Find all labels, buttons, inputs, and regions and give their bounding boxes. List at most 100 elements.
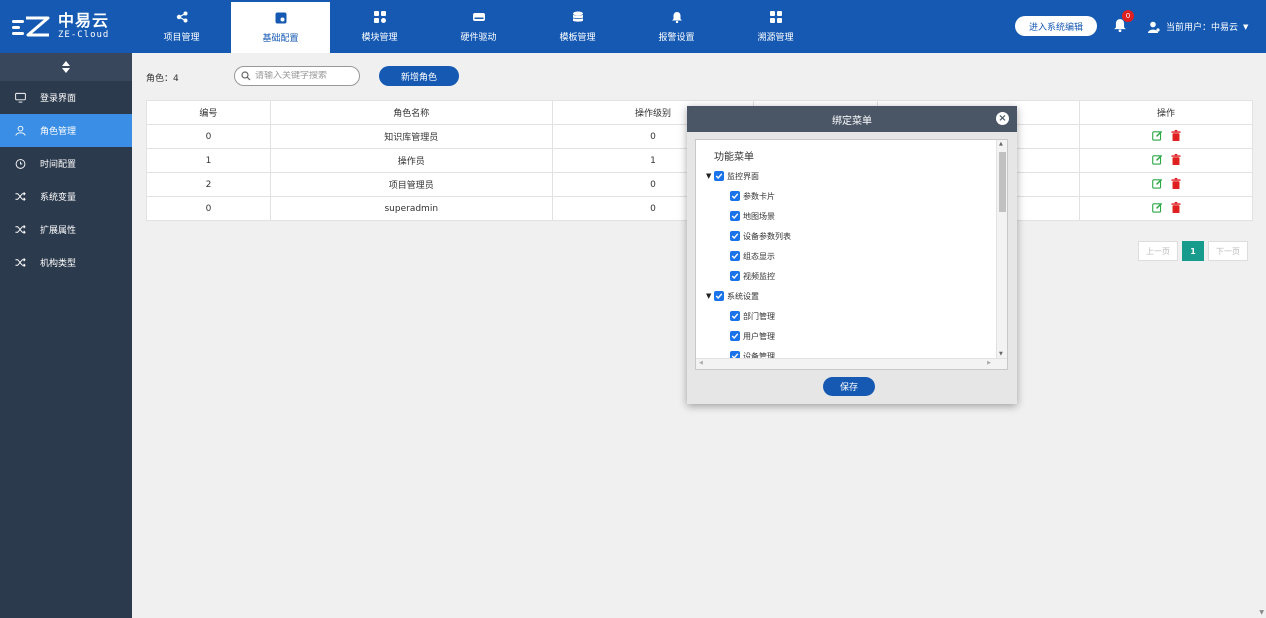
checkbox-checked-icon[interactable] bbox=[730, 211, 740, 221]
clock-icon bbox=[14, 158, 26, 170]
horizontal-scrollbar[interactable]: ◀ ▶ bbox=[696, 358, 1007, 369]
add-role-button[interactable]: 新增角色 bbox=[379, 66, 459, 86]
shuffle-icon bbox=[14, 191, 26, 203]
tree-node[interactable]: 视频监控 bbox=[706, 266, 791, 286]
tree-node[interactable]: 组态显示 bbox=[706, 246, 791, 266]
tab-label: 硬件驱动 bbox=[460, 32, 497, 43]
tab-label: 溯源管理 bbox=[757, 32, 794, 43]
cell-id: 1 bbox=[146, 148, 271, 173]
chevron-down-icon: ▼ bbox=[1243, 22, 1249, 31]
scroll-up-icon[interactable]: ▲ bbox=[999, 141, 1003, 147]
prev-page-button[interactable]: 上一页 bbox=[1138, 241, 1178, 261]
cell-actions bbox=[1079, 196, 1253, 221]
cell-actions bbox=[1079, 124, 1253, 149]
drive-icon bbox=[472, 11, 485, 23]
edit-icon[interactable] bbox=[1151, 202, 1163, 213]
checkbox-checked-icon[interactable] bbox=[730, 331, 740, 341]
tree-node[interactable]: 地图场景 bbox=[706, 206, 791, 226]
sidebar-item-org-types[interactable]: 机构类型 bbox=[0, 246, 132, 279]
next-page-button[interactable]: 下一页 bbox=[1208, 241, 1248, 261]
cell-role-name: 项目管理员 bbox=[269, 172, 553, 197]
checkbox-checked-icon[interactable] bbox=[730, 251, 740, 261]
tab-project[interactable]: 项目管理 bbox=[132, 0, 231, 53]
tab-templates[interactable]: 模板管理 bbox=[528, 0, 627, 53]
database-icon bbox=[572, 11, 584, 23]
scroll-down-icon[interactable]: ▼ bbox=[999, 351, 1003, 357]
cell-actions bbox=[1079, 148, 1253, 173]
cell-role-name: superadmin bbox=[269, 196, 553, 221]
edit-icon[interactable] bbox=[1151, 154, 1163, 165]
tab-hardware-driver[interactable]: 硬件驱动 bbox=[429, 0, 528, 53]
enter-system-edit-button[interactable]: 进入系统编辑 bbox=[1015, 16, 1097, 36]
delete-icon[interactable] bbox=[1170, 153, 1181, 165]
checkbox-checked-icon[interactable] bbox=[730, 311, 740, 321]
close-icon[interactable]: × bbox=[996, 112, 1009, 125]
dialog-title: 绑定菜单 bbox=[832, 115, 872, 127]
tree-node-group[interactable]: ▼ 监控界面 bbox=[706, 166, 791, 186]
cell-role-name: 知识库管理员 bbox=[269, 124, 553, 149]
tab-basic-config[interactable]: 基础配置 bbox=[231, 2, 330, 53]
edit-icon[interactable] bbox=[1151, 178, 1163, 189]
tree-node-label: 设备参数列表 bbox=[743, 231, 791, 241]
caret-down-icon[interactable]: ▼ bbox=[706, 292, 714, 300]
tab-modules[interactable]: 模块管理 bbox=[330, 0, 429, 53]
menu-tree: ▼ 监控界面 参数卡片 地图场景 设备参数列表 组态显示 视频监控 ▼ 系统设置… bbox=[706, 166, 791, 366]
tree-node[interactable]: 部门管理 bbox=[706, 306, 791, 326]
tree-node-label: 组态显示 bbox=[743, 251, 775, 261]
menu-tree-panel: 功能菜单 ▼ 监控界面 参数卡片 地图场景 设备参数列表 组态显示 视频监控 ▼… bbox=[695, 139, 1008, 370]
delete-icon[interactable] bbox=[1170, 201, 1181, 213]
sidebar-item-system-variables[interactable]: 系统变量 bbox=[0, 180, 132, 213]
tree-node-label: 系统设置 bbox=[727, 291, 759, 301]
save-button[interactable]: 保存 bbox=[823, 377, 875, 396]
sidebar-item-role-management[interactable]: 角色管理 bbox=[0, 114, 132, 147]
tree-title: 功能菜单 bbox=[714, 152, 754, 163]
cell-actions bbox=[1079, 172, 1253, 197]
delete-icon[interactable] bbox=[1170, 129, 1181, 141]
checkbox-checked-icon[interactable] bbox=[714, 171, 724, 181]
scroll-left-icon[interactable]: ◀ bbox=[699, 360, 703, 366]
checkbox-checked-icon[interactable] bbox=[730, 191, 740, 201]
vertical-scrollbar[interactable]: ▲ ▼ bbox=[996, 140, 1007, 358]
tab-alarm-settings[interactable]: 报警设置 bbox=[627, 0, 726, 53]
bind-menu-dialog: 绑定菜单 × 功能菜单 ▼ 监控界面 参数卡片 地图场景 设备参数列表 组态显示… bbox=[687, 106, 1017, 404]
tree-node[interactable]: 设备参数列表 bbox=[706, 226, 791, 246]
tree-node-group[interactable]: ▼ 系统设置 bbox=[706, 286, 791, 306]
sidebar-item-label: 机构类型 bbox=[40, 259, 77, 269]
bell-icon bbox=[671, 11, 683, 23]
current-page-button[interactable]: 1 bbox=[1182, 241, 1204, 261]
scroll-down-icon[interactable]: ▼ bbox=[1259, 609, 1264, 616]
search-box[interactable] bbox=[234, 66, 360, 86]
tab-traceability[interactable]: 溯源管理 bbox=[726, 0, 825, 53]
sidebar-collapse-toggle[interactable] bbox=[0, 53, 132, 81]
grid-icon bbox=[769, 10, 782, 23]
cell-role-name: 操作员 bbox=[269, 148, 553, 173]
logo: 中易云 ZE-Cloud bbox=[0, 0, 132, 53]
scrollbar-thumb[interactable] bbox=[999, 152, 1006, 212]
checkbox-checked-icon[interactable] bbox=[730, 271, 740, 281]
delete-icon[interactable] bbox=[1170, 177, 1181, 189]
user-menu[interactable]: 当前用户：中易云 ▼ bbox=[1148, 20, 1248, 33]
sidebar-item-extended-attributes[interactable]: 扩展属性 bbox=[0, 213, 132, 246]
tree-node[interactable]: 参数卡片 bbox=[706, 186, 791, 206]
pagination: 上一页 1 下一页 bbox=[1138, 241, 1248, 261]
logo-mark-icon bbox=[12, 13, 52, 41]
scroll-right-icon[interactable]: ▶ bbox=[987, 360, 991, 366]
checkbox-checked-icon[interactable] bbox=[714, 291, 724, 301]
tab-label: 报警设置 bbox=[658, 32, 695, 43]
caret-down-icon[interactable]: ▼ bbox=[706, 172, 714, 180]
share-icon bbox=[176, 11, 188, 23]
sidebar-item-label: 登录界面 bbox=[40, 94, 77, 104]
config-icon bbox=[275, 12, 287, 24]
top-bar: 中易云 ZE-Cloud 项目管理 基础配置 模块管理 硬件驱动 模板管理 报警… bbox=[0, 0, 1266, 53]
edit-icon[interactable] bbox=[1151, 130, 1163, 141]
role-count: 角色：4 bbox=[146, 74, 179, 84]
sidebar-item-label: 角色管理 bbox=[40, 127, 77, 137]
checkbox-checked-icon[interactable] bbox=[730, 231, 740, 241]
search-input[interactable] bbox=[255, 71, 355, 81]
sidebar-item-time-config[interactable]: 时间配置 bbox=[0, 147, 132, 180]
column-header-actions: 操作 bbox=[1079, 100, 1253, 125]
tree-node[interactable]: 用户管理 bbox=[706, 326, 791, 346]
sidebar-item-label: 时间配置 bbox=[40, 160, 77, 170]
column-header-id: 编号 bbox=[146, 100, 271, 125]
sidebar-item-login-page[interactable]: 登录界面 bbox=[0, 81, 132, 114]
